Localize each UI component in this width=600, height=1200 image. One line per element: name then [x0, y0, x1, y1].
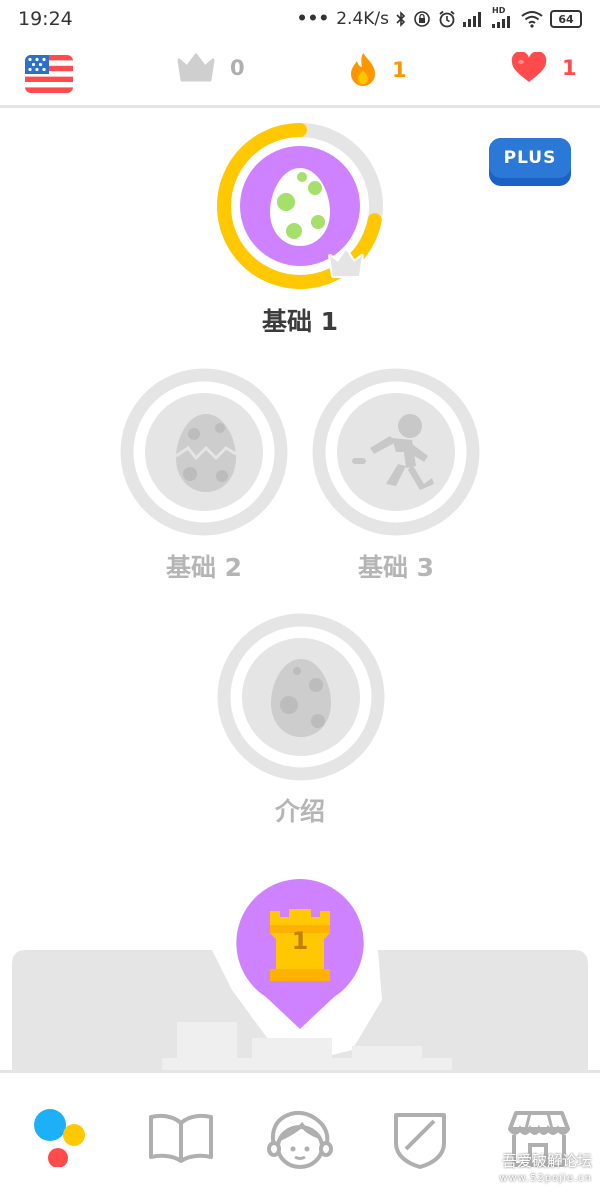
signal-icon-2	[492, 16, 510, 28]
hearts-count: 1	[562, 56, 577, 80]
lesson-basics-1-label: 基础 1	[261, 307, 339, 336]
profile-face-icon	[267, 1110, 333, 1169]
status-bar: 19:24 ••• 2.4K/s HD 64	[0, 0, 600, 38]
watermark-url: www.52pojie.cn	[499, 1173, 592, 1184]
hd-signal: HD	[492, 6, 514, 28]
lesson-basics-3-label: 基础 3	[357, 553, 435, 582]
network-speed: 2.4K/s	[336, 9, 389, 29]
bluetooth-icon	[396, 11, 406, 27]
lesson-intro[interactable]	[217, 613, 385, 781]
battery-indicator: 64	[550, 10, 582, 28]
crowns-stat[interactable]: 0	[176, 52, 245, 84]
crown-icon	[177, 53, 215, 82]
intro-ring	[217, 613, 385, 781]
us-flag-icon[interactable]	[25, 55, 73, 93]
crowns-count: 0	[230, 56, 245, 80]
checkpoint-number: 1	[291, 927, 309, 955]
lesson-basics-2[interactable]	[120, 368, 288, 536]
lesson-basics-3[interactable]	[312, 368, 480, 536]
plus-label: PLUS	[489, 138, 571, 178]
plus-button[interactable]: PLUS	[489, 138, 571, 186]
lesson-basics-1[interactable]	[214, 120, 386, 292]
basics-1-progress-ring	[217, 123, 383, 289]
signal-icon	[463, 12, 481, 27]
heart-icon	[511, 52, 547, 82]
nav-profile[interactable]	[266, 1109, 334, 1175]
alarm-icon	[439, 10, 455, 28]
flame-icon	[351, 53, 375, 86]
streak-stat[interactable]: 1	[348, 52, 407, 88]
lock-rotation-icon	[414, 11, 430, 27]
status-time: 19:24	[18, 8, 73, 30]
nav-leaderboard[interactable]	[392, 1109, 448, 1175]
book-icon	[149, 1113, 213, 1163]
lesson-intro-label: 介绍	[274, 797, 325, 826]
nav-learn[interactable]	[30, 1103, 90, 1171]
learn-dots-icon	[34, 1109, 85, 1168]
shield-icon	[394, 1113, 446, 1169]
wifi-icon	[521, 11, 543, 28]
hd-label: HD	[492, 6, 506, 15]
hearts-stat[interactable]: 1	[510, 52, 577, 84]
lesson-basics-2-label: 基础 2	[165, 553, 243, 582]
watermark: 吾爱破解论坛 www.52pojie.cn	[499, 1152, 592, 1188]
basics-3-ring	[312, 368, 480, 536]
status-indicators: ••• 2.4K/s HD 64	[296, 6, 582, 30]
top-bar: 0 1 1	[0, 38, 600, 108]
basics-2-ring	[120, 368, 288, 536]
status-dots: •••	[296, 9, 330, 29]
streak-count: 1	[392, 58, 407, 82]
nav-stories[interactable]	[148, 1111, 214, 1169]
checkpoint-button[interactable]: 1	[234, 877, 366, 1032]
watermark-title: 吾爱破解论坛	[501, 1152, 592, 1170]
